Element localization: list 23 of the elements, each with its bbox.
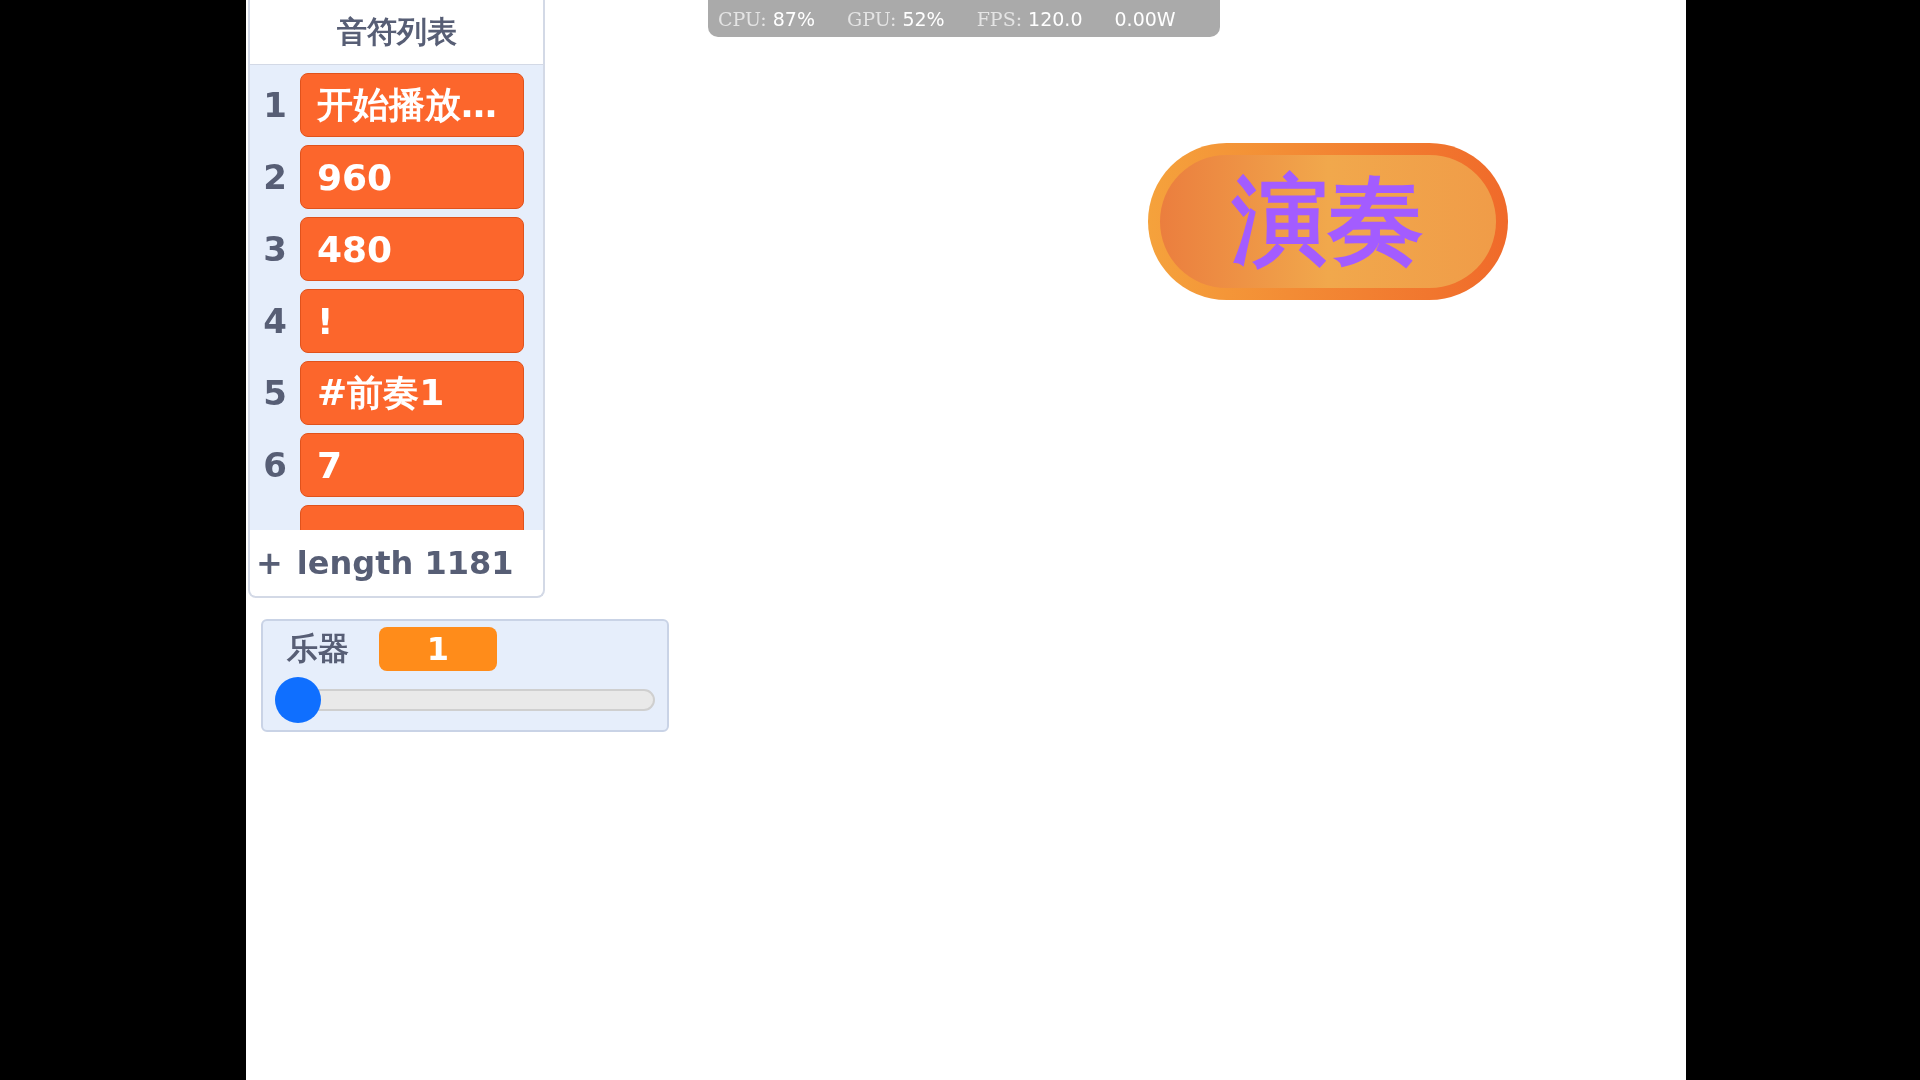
variable-label: 乐器 (287, 629, 349, 668)
list-item[interactable]: ! (300, 289, 524, 353)
item-index: 3 (262, 229, 288, 269)
item-index: 1 (262, 85, 288, 125)
item-index: 5 (262, 373, 288, 413)
list-item[interactable]: #前奏1 (300, 361, 524, 425)
item-index: 6 (262, 445, 288, 485)
stat-text: GPU: 52% (847, 7, 945, 30)
stat-text: FPS: 120.0 (976, 7, 1083, 30)
stat-text: CPU: 87% (718, 7, 815, 30)
list-length: length 1181 (296, 544, 514, 582)
variable-value: 1 (379, 627, 497, 671)
list-item[interactable]: 480 (300, 217, 524, 281)
item-index: 4 (262, 301, 288, 341)
add-item-text[interactable]: + (256, 544, 283, 582)
item-index: 2 (262, 157, 288, 197)
slider-thumb[interactable] (275, 677, 321, 723)
list-item[interactable]: 开始播放… (300, 73, 524, 137)
list-item[interactable]: 960 (300, 145, 524, 209)
list-item[interactable]: 7 (300, 433, 524, 497)
stat-text: 0.00W (1114, 7, 1176, 30)
slider-track[interactable] (275, 677, 655, 723)
play-button[interactable]: 演奏 (1148, 143, 1508, 300)
